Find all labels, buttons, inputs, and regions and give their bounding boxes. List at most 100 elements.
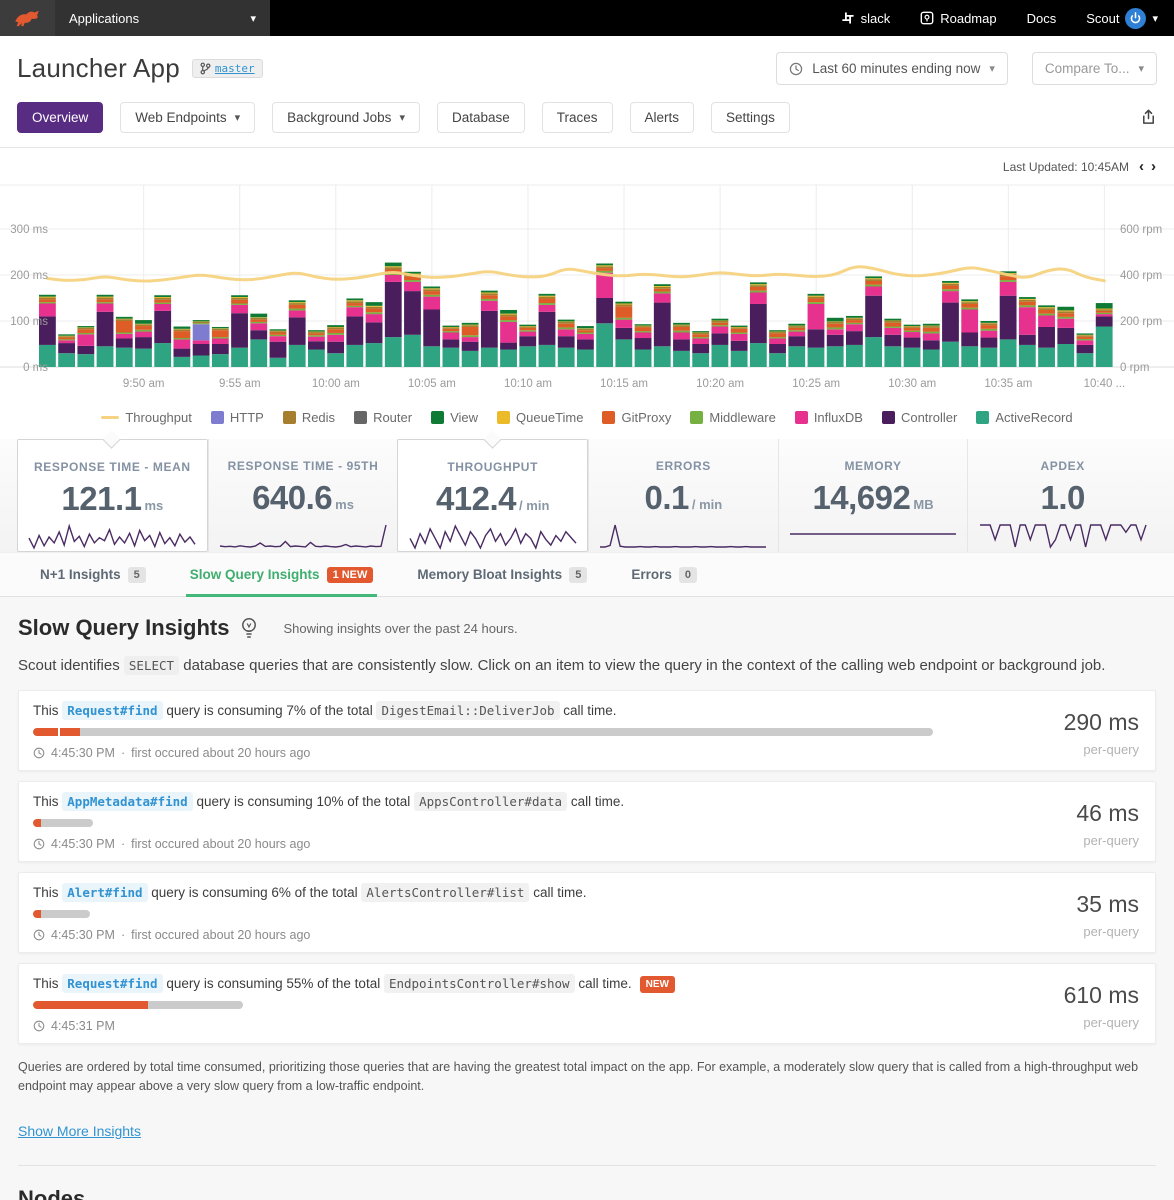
legend-item-http[interactable]: HTTP xyxy=(210,410,264,425)
query-link[interactable]: Request#find xyxy=(62,974,163,993)
svg-text:9:55 am: 9:55 am xyxy=(219,378,261,390)
legend-item-router[interactable]: Router xyxy=(354,410,412,425)
chevron-down-icon: ▾ xyxy=(1152,12,1158,25)
insight-item[interactable]: This Alert#find query is consuming 6% of… xyxy=(18,872,1156,953)
slack-icon xyxy=(841,12,854,24)
legend-item-throughput[interactable]: Throughput xyxy=(101,410,192,425)
tab-background-jobs[interactable]: Background Jobs ▾ xyxy=(272,102,420,133)
nav-link-docs[interactable]: Docs xyxy=(1027,11,1057,26)
clock-icon xyxy=(790,62,803,75)
legend-item-view[interactable]: View xyxy=(431,410,478,425)
app-tabs: Overview Web Endpoints ▾ Background Jobs ▾ Da… xyxy=(17,102,1157,133)
chevron-down-icon: ▾ xyxy=(989,63,995,75)
insight-item[interactable]: This AppMetadata#find query is consuming… xyxy=(18,781,1156,862)
insight-time: 4:45:30 PM xyxy=(51,746,115,760)
legend-label: HTTP xyxy=(229,410,264,425)
query-link[interactable]: Alert#find xyxy=(62,883,148,902)
impact-bar xyxy=(33,728,933,736)
legend-item-gitproxy[interactable]: GitProxy xyxy=(602,410,671,425)
legend-item-redis[interactable]: Redis xyxy=(282,410,336,425)
legend-item-activerecord[interactable]: ActiveRecord xyxy=(976,410,1073,425)
insight-tab-slow-query-insights[interactable]: Slow Query Insights 1 NEW xyxy=(185,553,378,597)
tab-label: Web Endpoints xyxy=(135,110,227,125)
metric-label: RESPONSE TIME - 95TH xyxy=(227,459,379,473)
tab-settings[interactable]: Settings xyxy=(711,102,790,133)
insight-meta: 4:45:30 PM · first occured about 20 hours … xyxy=(33,837,1009,851)
insight-meta: 4:45:30 PM · first occured about 20 hours … xyxy=(33,928,1009,942)
nav-links: slack Roadmap Docs Scout ▾ xyxy=(270,0,1174,36)
metric-card-response-time-mean[interactable]: RESPONSE TIME - MEAN 121.1 ms xyxy=(17,430,208,552)
insight-item[interactable]: This Request#find query is consuming 7% … xyxy=(18,690,1156,771)
tab-database[interactable]: Database xyxy=(436,102,525,133)
applications-dropdown[interactable]: Applications ▾ xyxy=(55,0,270,36)
user-menu[interactable]: Scout ▾ xyxy=(1086,7,1158,29)
insight-tab-memory-bloat-insights[interactable]: Memory Bloat Insights 5 xyxy=(417,553,588,596)
metric-card-throughput[interactable]: THROUGHPUT 412.4/ min xyxy=(397,430,589,552)
legend-swatch xyxy=(354,411,368,424)
tab-alerts[interactable]: Alerts xyxy=(629,102,695,133)
legend-swatch xyxy=(794,411,808,424)
overview-chart[interactable]: 0 ms 100 ms 200 ms 300 ms 0 rpm 200 rpm 400 rp… xyxy=(0,177,1174,402)
chart-prev-arrow[interactable]: ‹ xyxy=(1139,158,1144,175)
insight-tab-badge: 1 NEW xyxy=(326,566,374,583)
legend-item-middleware[interactable]: Middleware xyxy=(690,410,776,425)
top-nav: Applications ▾ slack Roadmap Docs Scout … xyxy=(0,0,1174,36)
power-icon xyxy=(1131,11,1141,23)
git-branch-icon xyxy=(200,62,211,75)
nav-link-slack[interactable]: slack xyxy=(841,11,890,26)
tab-label: Overview xyxy=(32,110,89,125)
insight-tab-badge: 5 xyxy=(127,566,146,583)
metric-cards-row: RESPONSE TIME - MEAN 121.1 ms RESPONSE TIME… xyxy=(0,430,1174,553)
per-query-duration: 290 ms xyxy=(1063,709,1139,735)
metric-unit: ms xyxy=(335,497,354,512)
tab-web-endpoints[interactable]: Web Endpoints ▾ xyxy=(120,102,256,133)
legend-item-influxdb[interactable]: InfluxDB xyxy=(794,410,863,425)
impact-bar-fill xyxy=(33,819,41,827)
insights-heading: Slow Query Insights xyxy=(18,615,230,640)
nav-link-label: Roadmap xyxy=(940,10,997,26)
tab-label: Database xyxy=(451,110,510,125)
metric-card-apdex[interactable]: APDEX 1.0 xyxy=(967,439,1157,552)
metric-card-memory[interactable]: MEMORY 14,692 MB xyxy=(777,439,968,552)
git-branch-badge[interactable]: master xyxy=(191,59,263,78)
svg-text:10:05 am: 10:05 am xyxy=(408,378,456,390)
legend-swatch xyxy=(497,411,511,424)
metric-value: 14,692 xyxy=(812,479,911,516)
caller-code-chip: EndpointsController#show xyxy=(383,974,575,993)
legend-swatch xyxy=(210,411,224,424)
legend-swatch xyxy=(881,411,895,424)
metric-card-response-time-95th[interactable]: RESPONSE TIME - 95TH 640.6 ms xyxy=(207,439,398,552)
insight-tab-n-1-insights[interactable]: N+1 Insights 5 xyxy=(40,553,146,596)
chart-next-arrow[interactable]: › xyxy=(1151,158,1156,175)
compare-to-select[interactable]: Compare To... ▾ xyxy=(1031,52,1157,85)
chevron-down-icon: ▾ xyxy=(250,12,256,25)
svg-text:300 ms: 300 ms xyxy=(10,224,48,236)
svg-text:400 rpm: 400 rpm xyxy=(1120,270,1162,282)
legend-label: Router xyxy=(373,410,413,425)
tab-overview[interactable]: Overview xyxy=(17,102,104,133)
legend-label: Redis xyxy=(301,410,336,425)
nav-link-roadmap[interactable]: Roadmap xyxy=(920,10,997,26)
legend-item-queuetime[interactable]: QueueTime xyxy=(497,410,583,425)
clock-icon xyxy=(33,747,45,759)
insight-item[interactable]: This Request#find query is consuming 55%… xyxy=(18,963,1156,1044)
metric-card-errors[interactable]: ERRORS 0.1/ min xyxy=(588,439,778,552)
show-more-insights-link[interactable]: Show More Insights xyxy=(18,1123,141,1139)
insight-sentence: This Alert#find query is consuming 6% of… xyxy=(33,883,587,902)
query-link[interactable]: Request#find xyxy=(62,701,163,720)
query-link[interactable]: AppMetadata#find xyxy=(62,792,193,811)
insight-tab-errors[interactable]: Errors 0 xyxy=(631,553,697,596)
legend-item-controller[interactable]: Controller xyxy=(881,410,957,425)
export-share-button[interactable] xyxy=(1140,109,1157,126)
nav-link-label: Docs xyxy=(1026,10,1057,26)
legend-swatch xyxy=(602,411,616,424)
scout-logo-button[interactable] xyxy=(0,0,55,36)
time-range-select[interactable]: Last 60 minutes ending now ▾ xyxy=(776,52,1008,85)
chevron-down-icon: ▾ xyxy=(1138,63,1144,75)
insight-time: 4:45:30 PM xyxy=(51,837,115,851)
insight-list: This Request#find query is consuming 7% … xyxy=(18,690,1156,1044)
insights-subtitle: Showing insights over the past 24 hours. xyxy=(283,620,518,636)
insight-time: 4:45:31 PM xyxy=(51,1019,115,1033)
svg-text:10:00 am: 10:00 am xyxy=(312,378,360,390)
tab-traces[interactable]: Traces xyxy=(541,102,613,133)
